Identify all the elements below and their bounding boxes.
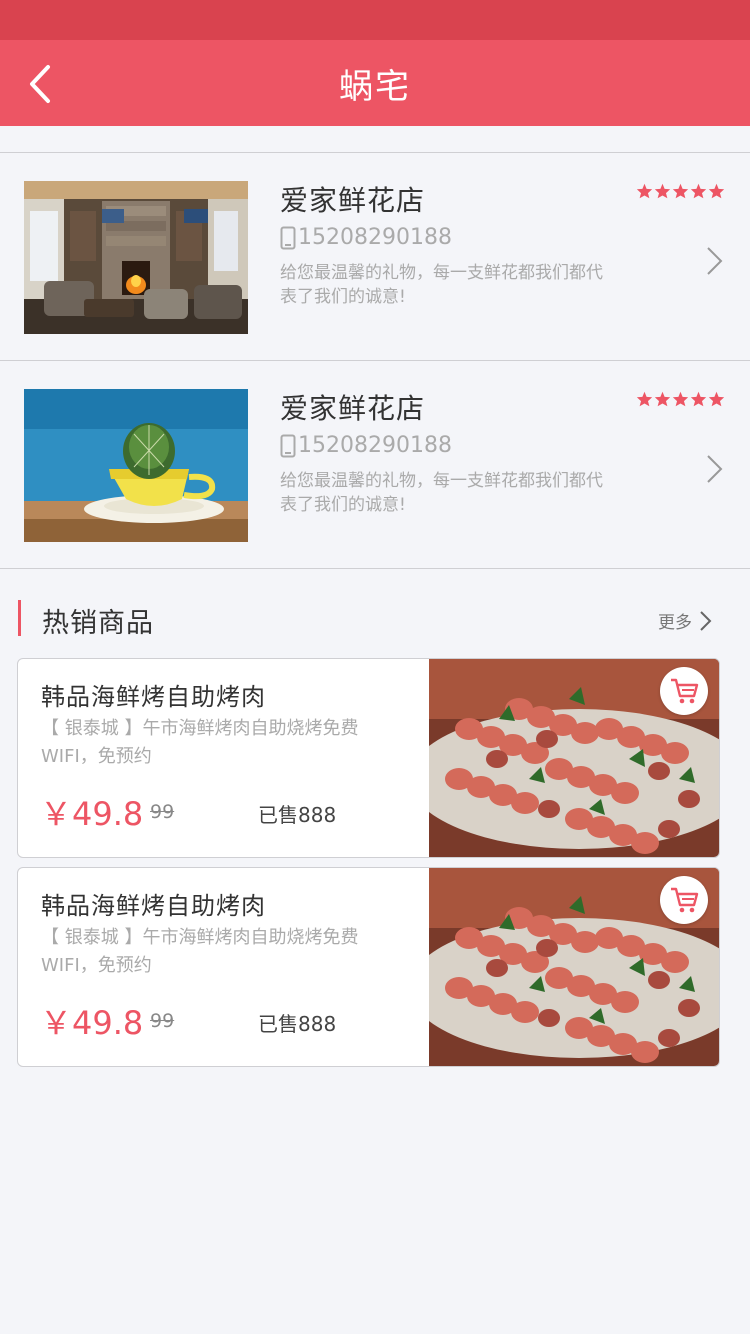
- product-original-price: 99: [150, 801, 175, 823]
- shop-name: 爱家鲜花店: [280, 184, 426, 217]
- product-title: 韩品海鲜烤自助烤肉: [41, 683, 266, 711]
- rating-stars: [636, 183, 725, 199]
- shop-phone[interactable]: 15208290188: [280, 225, 452, 250]
- product-card[interactable]: 韩品海鲜烤自助烤肉 【 银泰城 】午市海鲜烤肉自助烧烤免费WIFI，免预约 ￥4…: [17, 867, 720, 1067]
- star-icon: [636, 391, 653, 407]
- product-description: 【 银泰城 】午市海鲜烤肉自助烧烤免费WIFI，免预约: [41, 718, 359, 767]
- section-accent-bar: [18, 600, 21, 636]
- star-icon: [690, 391, 707, 407]
- shop-description: 给您最温馨的礼物，每一支鲜花都我们都代表了我们的诚意!: [280, 471, 603, 515]
- star-icon: [672, 391, 689, 407]
- add-to-cart-button[interactable]: [660, 667, 708, 715]
- more-link[interactable]: 更多: [658, 608, 712, 633]
- chevron-right-icon: [700, 610, 712, 631]
- section-title: 热销商品: [42, 608, 154, 639]
- page-title: 蜗宅: [339, 66, 411, 107]
- status-bar: [0, 0, 750, 40]
- add-to-cart-button[interactable]: [660, 876, 708, 924]
- product-price: ￥49.8: [40, 1004, 144, 1042]
- hot-products-header: 热销商品 更多: [0, 598, 750, 639]
- product-sold-count: 已售888: [258, 803, 337, 827]
- star-icon: [708, 391, 725, 407]
- star-icon: [672, 183, 689, 199]
- shop-phone-number: 15208290188: [298, 225, 452, 250]
- product-price: ￥49.8: [40, 795, 144, 833]
- shop-list-item[interactable]: 爱家鲜花店 15208290188 给您最温馨的礼物，每一支鲜花都我们都代表了我…: [0, 361, 750, 567]
- shop-name: 爱家鲜花店: [280, 392, 426, 425]
- rating-stars: [636, 391, 725, 407]
- star-icon: [654, 183, 671, 199]
- divider: [0, 568, 750, 569]
- mobile-phone-icon: [280, 434, 296, 457]
- back-button[interactable]: [18, 62, 62, 106]
- shop-description: 给您最温馨的礼物，每一支鲜花都我们都代表了我们的诚意!: [280, 263, 603, 307]
- product-description: 【 银泰城 】午市海鲜烤肉自助烧烤免费WIFI，免预约: [41, 927, 359, 976]
- star-icon: [636, 183, 653, 199]
- shop-list-item[interactable]: 爱家鲜花店 15208290188 给您最温馨的礼物，每一支鲜花都我们都代表了我…: [0, 153, 750, 359]
- shop-image-cactus: [24, 389, 248, 542]
- star-icon: [708, 183, 725, 199]
- mobile-phone-icon: [280, 226, 296, 249]
- nav-bar: 蜗宅: [0, 40, 750, 126]
- star-icon: [690, 183, 707, 199]
- shop-phone[interactable]: 15208290188: [280, 433, 452, 458]
- shopping-cart-icon: [671, 887, 699, 913]
- chevron-right-icon: [707, 247, 723, 275]
- more-label: 更多: [658, 613, 692, 633]
- product-sold-count: 已售888: [258, 1012, 337, 1036]
- product-card[interactable]: 韩品海鲜烤自助烤肉 【 银泰城 】午市海鲜烤肉自助烧烤免费WIFI，免预约 ￥4…: [17, 658, 720, 858]
- product-original-price: 99: [150, 1010, 175, 1032]
- product-title: 韩品海鲜烤自助烤肉: [41, 892, 266, 920]
- shop-phone-number: 15208290188: [298, 433, 452, 458]
- star-icon: [654, 391, 671, 407]
- chevron-right-icon: [707, 455, 723, 483]
- shopping-cart-icon: [671, 678, 699, 704]
- shop-image-living-room: [24, 181, 248, 334]
- chevron-left-icon: [30, 65, 50, 103]
